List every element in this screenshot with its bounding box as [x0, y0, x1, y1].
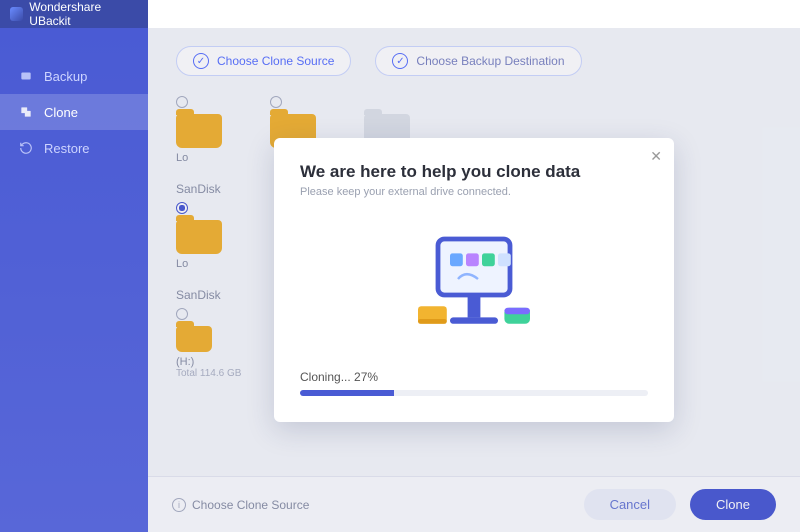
clone-progress-modal: ✕ We are here to help you clone data Ple…: [274, 138, 674, 422]
modal-overlay: ✕ We are here to help you clone data Ple…: [148, 28, 800, 532]
sidebar-item-label: Clone: [44, 105, 78, 120]
progress-bar: [300, 390, 648, 396]
titlebar-right-segment: [148, 0, 800, 28]
sidebar-item-label: Restore: [44, 141, 90, 156]
progress-label: Cloning... 27%: [300, 370, 648, 384]
clone-icon: [18, 104, 34, 120]
sidebar: Backup Clone Restore: [0, 28, 148, 532]
restore-icon: [18, 140, 34, 156]
app-logo-icon: [10, 7, 23, 21]
progress-fill: [300, 390, 394, 396]
clone-illustration: [300, 222, 648, 352]
app-title: Wondershare UBackit: [29, 0, 140, 28]
close-icon[interactable]: ✕: [650, 148, 662, 165]
titlebar-left-segment: Wondershare UBackit: [0, 0, 148, 28]
sidebar-item-backup[interactable]: Backup: [0, 58, 148, 94]
sidebar-item-restore[interactable]: Restore: [0, 130, 148, 166]
modal-title: We are here to help you clone data: [300, 162, 648, 182]
sidebar-item-clone[interactable]: Clone: [0, 94, 148, 130]
sidebar-item-label: Backup: [44, 69, 87, 84]
backup-icon: [18, 68, 34, 84]
modal-subtitle: Please keep your external drive connecte…: [300, 186, 648, 198]
